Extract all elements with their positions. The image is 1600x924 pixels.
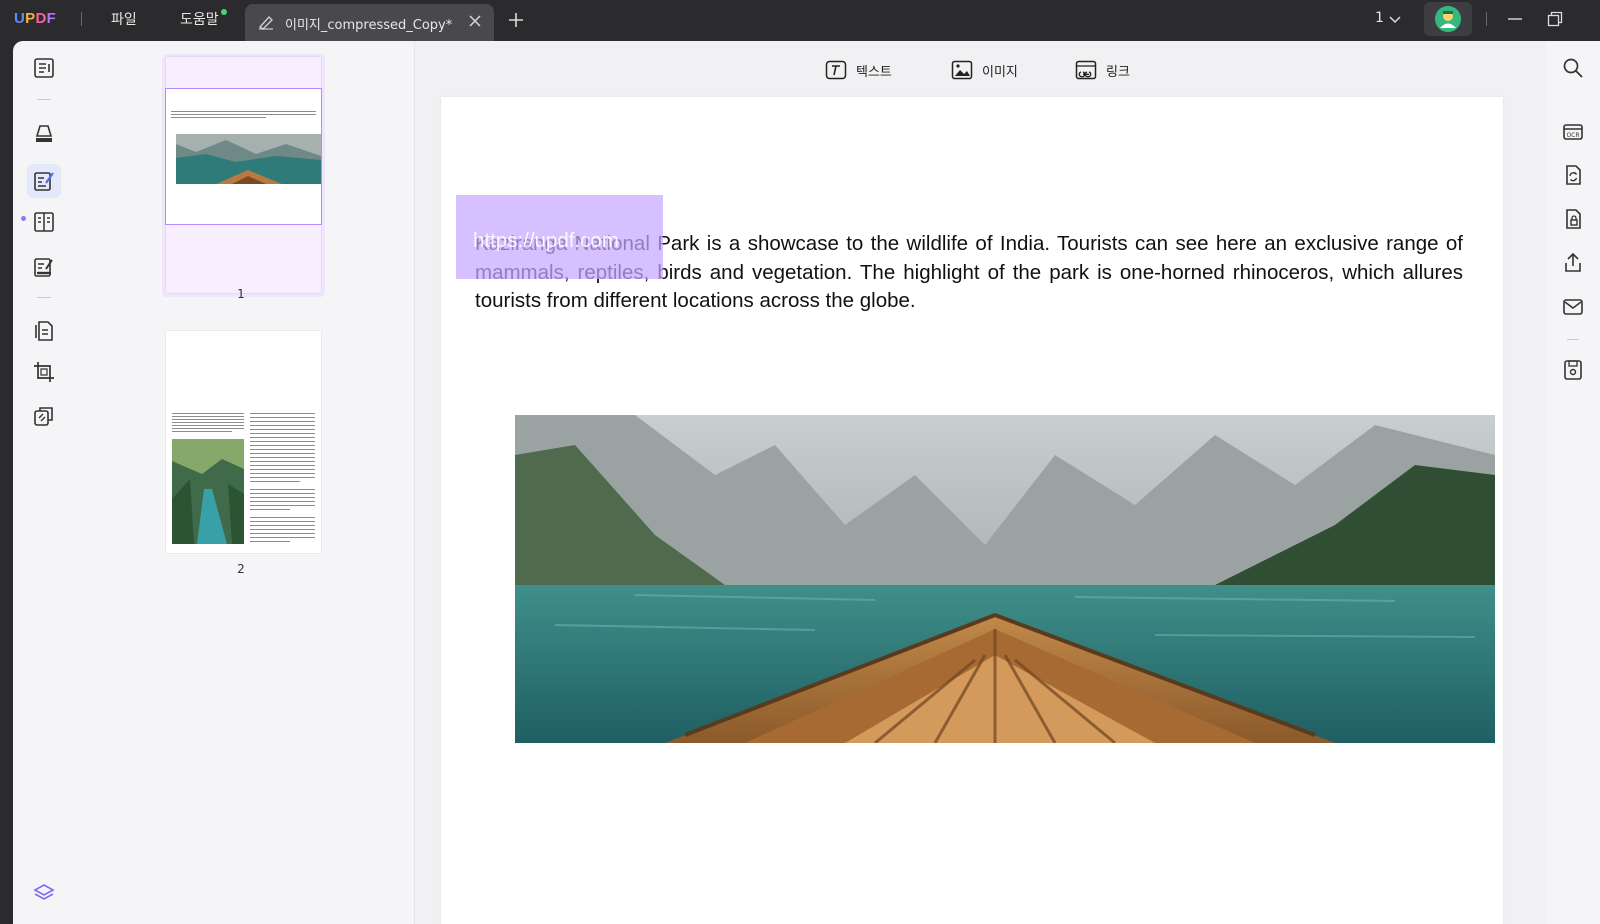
thumbnail-label-2: 2 bbox=[237, 562, 245, 576]
page-thumbnail-2[interactable] bbox=[166, 331, 321, 553]
share-icon[interactable] bbox=[1561, 251, 1585, 275]
text-tool-icon bbox=[825, 60, 847, 80]
link-url-text: https://updf.com bbox=[473, 229, 619, 252]
avatar bbox=[1435, 6, 1461, 32]
crop-icon[interactable] bbox=[32, 360, 56, 384]
title-bar: UPDF 파일 도움말 이미지_compressed_Copy* 1 bbox=[0, 0, 1600, 41]
new-tab-icon[interactable] bbox=[508, 12, 524, 28]
thumbnail-lake-image bbox=[176, 134, 321, 184]
active-tool-marker bbox=[21, 216, 26, 221]
image-tool-icon bbox=[951, 60, 973, 80]
rail-separator bbox=[37, 99, 51, 100]
pdf-page: Kaziranga National Park is a showcase to… bbox=[441, 97, 1503, 924]
add-link-button[interactable]: 링크 bbox=[1075, 58, 1130, 82]
minimize-icon[interactable] bbox=[1506, 10, 1524, 28]
add-text-label: 텍스트 bbox=[856, 64, 892, 80]
right-tool-rail: OCR bbox=[1546, 41, 1600, 924]
protect-icon[interactable] bbox=[1561, 207, 1585, 231]
document-view: 텍스트 이미지 링크 Kaziranga National Park is a … bbox=[415, 41, 1546, 924]
form-icon[interactable] bbox=[32, 210, 56, 234]
add-link-label: 링크 bbox=[1106, 64, 1130, 80]
thumbnail-label-1: 1 bbox=[237, 287, 245, 301]
document-tab[interactable]: 이미지_compressed_Copy* bbox=[245, 4, 494, 41]
layers-icon[interactable] bbox=[32, 881, 56, 905]
restore-icon[interactable] bbox=[1546, 10, 1564, 28]
ocr-icon[interactable]: OCR bbox=[1561, 119, 1585, 143]
comment-icon[interactable] bbox=[32, 122, 56, 146]
add-image-button[interactable]: 이미지 bbox=[951, 58, 1018, 82]
organize-pages-icon[interactable] bbox=[32, 319, 56, 343]
chevron-down-icon[interactable] bbox=[1388, 13, 1402, 27]
reader-icon[interactable] bbox=[32, 56, 56, 80]
search-icon[interactable] bbox=[1561, 56, 1585, 80]
convert-icon[interactable] bbox=[1561, 163, 1585, 187]
page-number-selector[interactable]: 1 bbox=[1375, 10, 1384, 26]
page-thumbnail-1[interactable] bbox=[165, 57, 322, 293]
save-icon[interactable] bbox=[1561, 358, 1585, 382]
email-icon[interactable] bbox=[1561, 295, 1585, 319]
rail-separator bbox=[37, 297, 51, 298]
edit-toolbar: 텍스트 이미지 링크 bbox=[415, 41, 1546, 97]
menu-file[interactable]: 파일 bbox=[111, 9, 137, 29]
thumbnail-river-image bbox=[172, 439, 244, 544]
page-tools-icon[interactable] bbox=[32, 404, 56, 428]
add-image-label: 이미지 bbox=[982, 64, 1018, 80]
thumbnail-panel: 1 2 bbox=[75, 41, 415, 924]
account-button[interactable] bbox=[1424, 2, 1472, 36]
rail-separator bbox=[1567, 339, 1579, 340]
edit-pdf-icon[interactable] bbox=[32, 169, 56, 193]
lake-boat-image[interactable] bbox=[515, 415, 1495, 743]
fill-sign-icon[interactable] bbox=[32, 255, 56, 279]
title-separator bbox=[1486, 12, 1487, 26]
add-text-button[interactable]: 텍스트 bbox=[825, 58, 892, 82]
notification-dot bbox=[221, 9, 227, 15]
thumbnail-viewport-frame bbox=[165, 88, 322, 225]
close-tab-icon[interactable] bbox=[468, 14, 482, 28]
tab-title: 이미지_compressed_Copy* bbox=[285, 18, 453, 33]
left-tool-rail bbox=[13, 41, 75, 924]
title-separator bbox=[81, 12, 82, 26]
link-tool-icon bbox=[1075, 60, 1097, 80]
svg-text:OCR: OCR bbox=[1566, 132, 1579, 139]
updf-logo: UPDF bbox=[14, 10, 57, 27]
document-edit-icon bbox=[258, 15, 273, 30]
menu-help[interactable]: 도움말 bbox=[180, 9, 219, 29]
